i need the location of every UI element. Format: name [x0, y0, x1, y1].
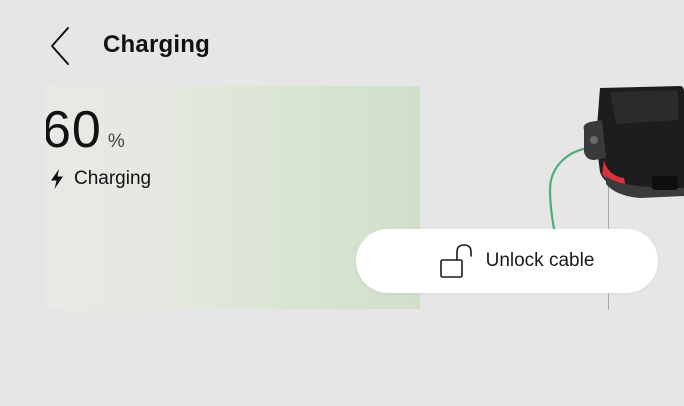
unlocked-padlock-icon: [439, 244, 472, 278]
unlock-cable-label: Unlock cable: [485, 250, 595, 271]
charging-status: Charging: [50, 168, 151, 190]
page-title: Charging: [103, 31, 210, 58]
battery-percentage-value: 60: [46, 101, 102, 159]
back-button[interactable]: [40, 24, 80, 68]
charging-status-text: Charging: [74, 168, 152, 189]
header: Charging: [0, 0, 684, 90]
chevron-left-icon: [51, 27, 69, 65]
battery-percentage: 60 %: [46, 104, 125, 156]
unlock-cable-button[interactable]: Unlock cable: [356, 229, 658, 293]
charging-screen: Charging 60 % Charging Unlock cable: [0, 0, 684, 406]
lightning-bolt-icon: [51, 169, 63, 189]
battery-percentage-unit: %: [107, 131, 125, 152]
